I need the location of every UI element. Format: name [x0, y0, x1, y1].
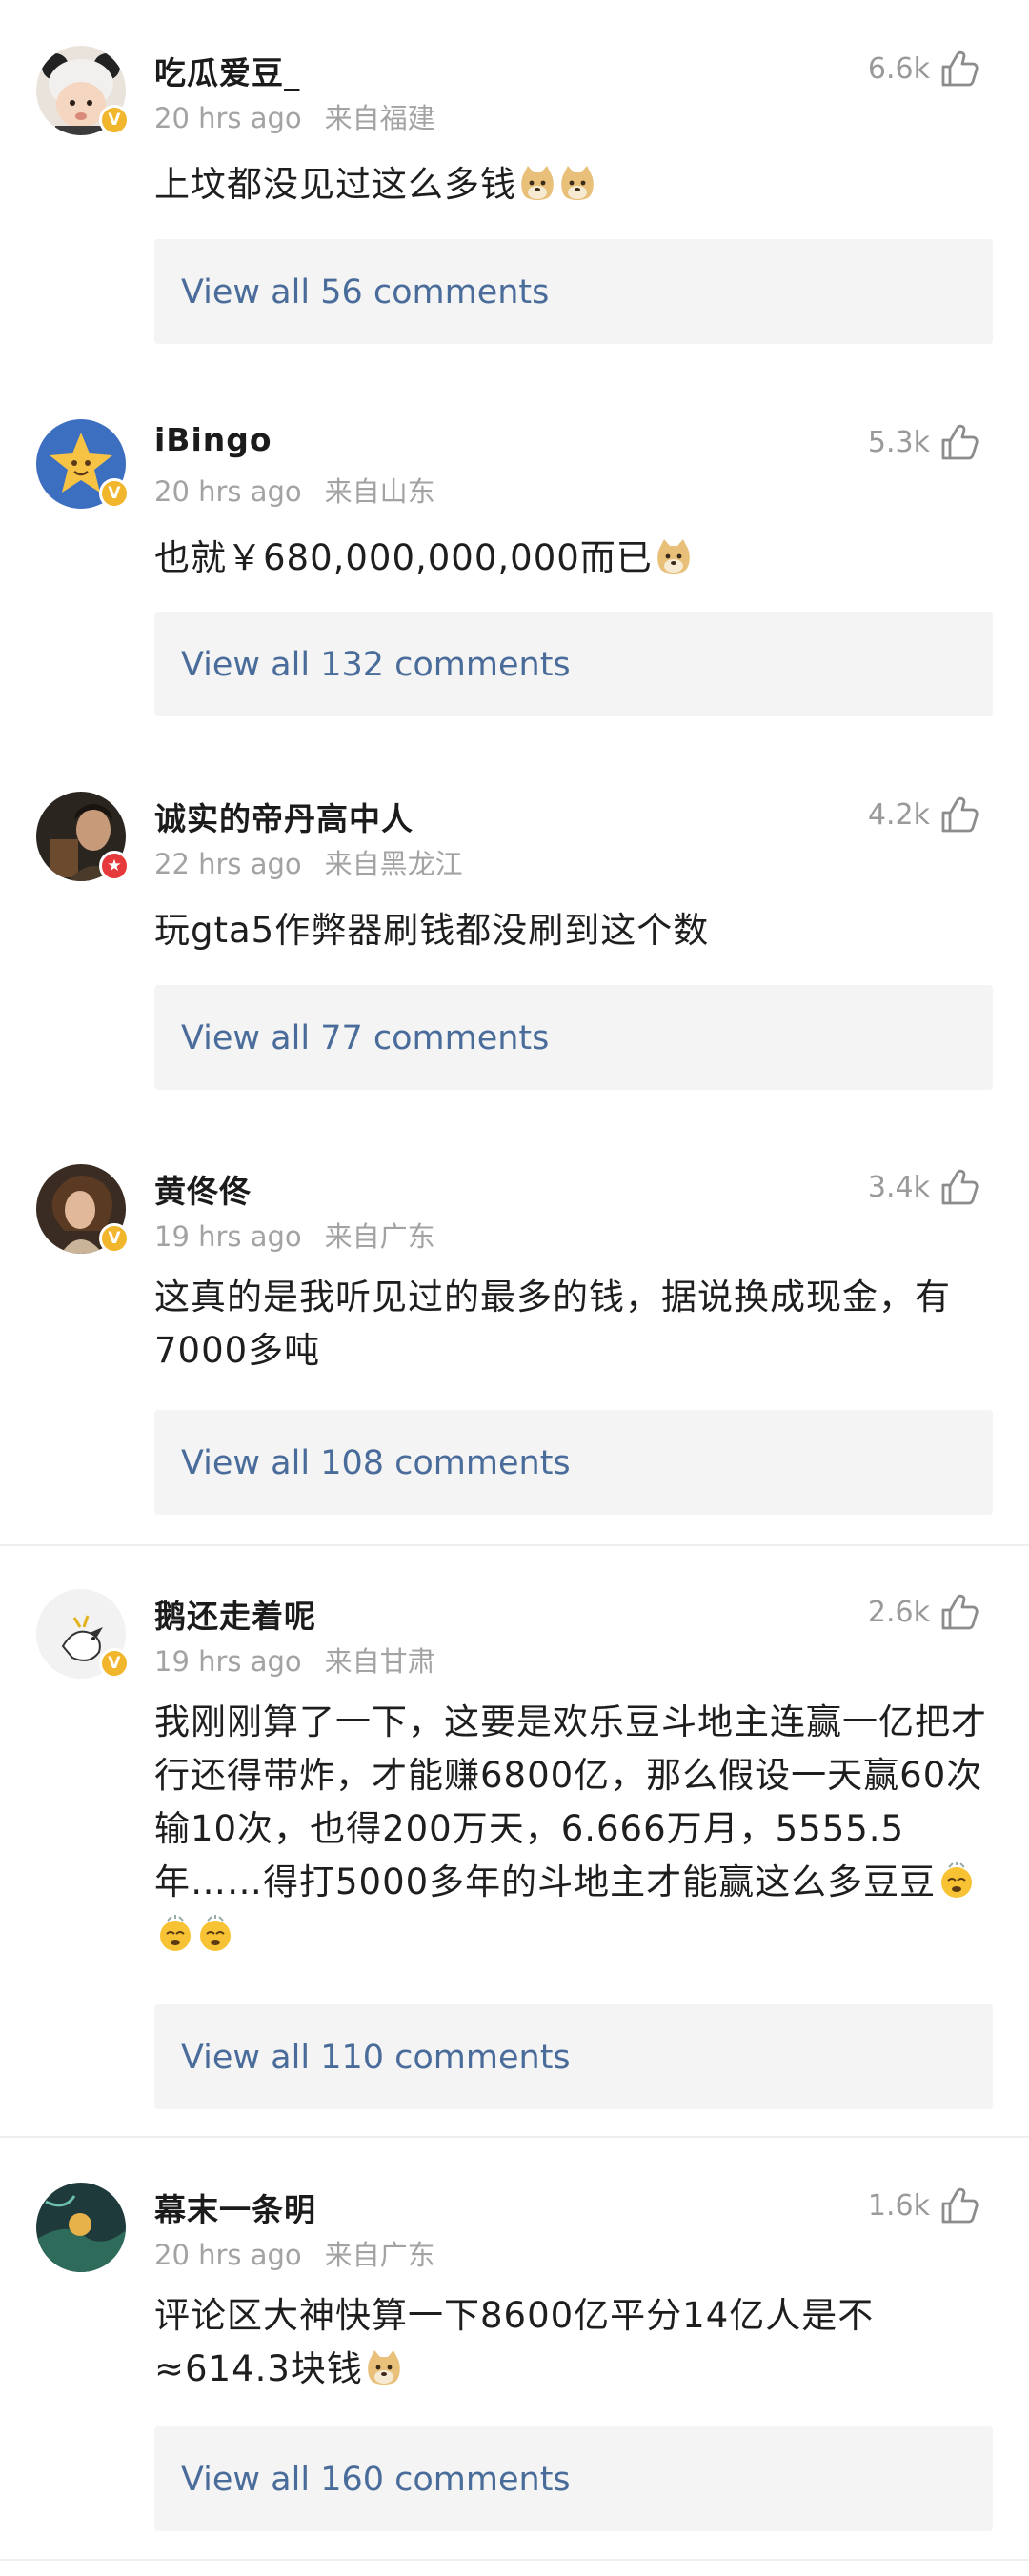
view-replies-button[interactable]: View all 132 comments — [154, 612, 993, 716]
dizzy-face-emoji — [200, 1915, 231, 1951]
comment-meta: 20 hrs ago 来自福建 — [154, 96, 435, 136]
like-count: 3.4k — [867, 1170, 930, 1204]
comment-location: 来自甘肃 — [324, 1645, 435, 1678]
comment-time: 22 hrs ago — [154, 848, 302, 880]
like-button[interactable]: 6.6k — [868, 50, 979, 88]
verified-badge-icon: V — [99, 478, 130, 509]
view-replies-label: View all 160 comments — [181, 2461, 571, 2499]
doge-emoji — [656, 539, 690, 574]
view-replies-button[interactable]: View all 108 comments — [154, 1410, 993, 1515]
comment-text: 这真的是我听见过的最多的钱，据说换成现金，有7000多吨 — [154, 1271, 993, 1378]
comment-text: 玩gta5作弊器刷钱都没刷到这个数 — [154, 904, 993, 957]
view-replies-label: View all 56 comments — [181, 273, 550, 312]
like-count: 4.2k — [867, 797, 930, 832]
comment-meta: 20 hrs ago 来自山东 — [154, 470, 435, 510]
like-button[interactable]: 1.6k — [868, 2186, 979, 2224]
comment-text: 上坟都没见过这么多钱 — [154, 158, 993, 211]
comment-meta: 19 hrs ago 来自广东 — [154, 1215, 435, 1255]
doge-emoji — [368, 2350, 400, 2385]
landscape-avatar[interactable] — [36, 2183, 126, 2272]
like-count: 5.3k — [867, 425, 930, 459]
view-replies-button[interactable]: View all 160 comments — [154, 2426, 993, 2531]
user-name[interactable]: 鹅还走着呢 — [154, 1591, 316, 1637]
comment-text-content: 我刚刚算了一下，这要是欢乐豆斗地主连赢一亿把才行还得带炸，才能赚6800亿，那么… — [154, 1701, 987, 1902]
dizzy-face-emoji — [160, 1915, 191, 1951]
view-replies-button[interactable]: View all 110 comments — [154, 2004, 993, 2109]
comment-text-content: 也就￥680,000,000,000而已 — [154, 537, 653, 578]
comment-time: 19 hrs ago — [154, 1645, 302, 1678]
comment-location: 来自黑龙江 — [324, 848, 463, 880]
comment-time: 20 hrs ago — [154, 2239, 302, 2271]
comment-meta: 22 hrs ago 来自黑龙江 — [154, 842, 463, 882]
comment-text-content: 这真的是我听见过的最多的钱，据说换成现金，有7000多吨 — [154, 1277, 951, 1371]
comment-location: 来自福建 — [324, 102, 435, 134]
comment-text-content: 上坟都没见过这么多钱 — [154, 164, 516, 205]
comment-meta: 19 hrs ago 来自甘肃 — [154, 1640, 435, 1680]
user-name[interactable]: 幕末一条明 — [154, 2184, 316, 2230]
like-count: 2.6k — [867, 1595, 930, 1629]
comment-time: 19 hrs ago — [154, 1220, 302, 1253]
comment-meta: 20 hrs ago 来自广东 — [154, 2233, 435, 2273]
comment-time: 20 hrs ago — [154, 475, 302, 508]
dizzy-face-emoji — [941, 1862, 973, 1898]
comment-text-content: 玩gta5作弊器刷钱都没刷到这个数 — [154, 910, 710, 951]
like-button[interactable]: 5.3k — [868, 423, 979, 461]
like-button[interactable]: 2.6k — [868, 1593, 979, 1631]
divider — [0, 2559, 1029, 2561]
verified-badge-icon: V — [99, 105, 130, 135]
thumbs-up-icon — [941, 1169, 979, 1205]
like-count: 6.6k — [867, 51, 930, 86]
star-badge-icon: ★ — [99, 851, 130, 881]
like-button[interactable]: 3.4k — [868, 1168, 979, 1206]
like-count: 1.6k — [867, 2188, 930, 2223]
comment-text-content: 评论区大神快算一下8600亿平分14亿人是不≈614.3块钱 — [154, 2295, 875, 2389]
verified-badge-icon: V — [99, 1648, 130, 1679]
verified-badge-icon: V — [99, 1223, 130, 1254]
view-replies-label: View all 110 comments — [181, 2039, 571, 2077]
user-name[interactable]: iBingo — [154, 421, 272, 458]
comment-time: 20 hrs ago — [154, 102, 302, 134]
view-replies-label: View all 132 comments — [181, 646, 571, 684]
comment-location: 来自山东 — [324, 475, 435, 508]
comment-location: 来自广东 — [324, 2239, 435, 2271]
user-name[interactable]: 吃瓜爱豆_ — [154, 48, 301, 93]
divider — [0, 1544, 1029, 1546]
thumbs-up-icon — [941, 50, 979, 87]
doge-emoji — [561, 166, 594, 200]
user-name[interactable]: 诚实的帝丹高中人 — [154, 794, 414, 839]
view-replies-button[interactable]: View all 77 comments — [154, 985, 993, 1090]
comment-location: 来自广东 — [324, 1220, 435, 1253]
doge-emoji — [521, 166, 554, 200]
thumbs-up-icon — [941, 796, 979, 833]
thumbs-up-icon — [941, 1594, 979, 1630]
comment-text: 评论区大神快算一下8600亿平分14亿人是不≈614.3块钱 — [154, 2289, 993, 2396]
like-button[interactable]: 4.2k — [868, 795, 979, 834]
user-name[interactable]: 黄佟佟 — [154, 1166, 252, 1212]
view-replies-label: View all 77 comments — [181, 1019, 550, 1057]
view-replies-label: View all 108 comments — [181, 1444, 571, 1482]
comment-text: 我刚刚算了一下，这要是欢乐豆斗地主连赢一亿把才行还得带炸，才能赚6800亿，那么… — [154, 1696, 993, 1962]
divider — [0, 2136, 1029, 2138]
thumbs-up-icon — [941, 424, 979, 460]
view-replies-button[interactable]: View all 56 comments — [154, 239, 993, 344]
thumbs-up-icon — [941, 2187, 979, 2224]
comment-text: 也就￥680,000,000,000而已 — [154, 532, 993, 585]
